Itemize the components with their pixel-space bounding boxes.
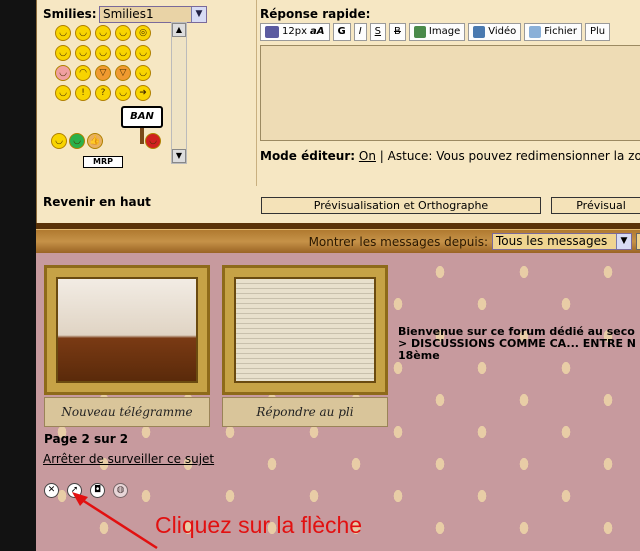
smiley-icon[interactable]: ◡ (51, 133, 67, 149)
thumbs-up-icon[interactable]: 👍 (87, 133, 103, 149)
italic-button[interactable]: I (353, 23, 367, 41)
delete-icon[interactable]: ✕ (44, 483, 59, 498)
smiley-icon[interactable]: ◡ (95, 25, 111, 41)
bold-label: G (337, 26, 346, 37)
welcome-text: Bienvenue sur ce forum dédié au seco > D… (398, 326, 636, 362)
reply-label: Répondre au pli (222, 397, 388, 427)
editor-toolbar: 12px aA G I S B Image Vidéo Fichier Plu (260, 23, 611, 43)
more-button[interactable]: Plu (584, 23, 611, 41)
smiley-icon[interactable]: ▽ (115, 65, 131, 81)
image-button[interactable]: Image (408, 23, 466, 41)
font-size-icon-text: aA (310, 26, 325, 37)
smilies-column: Smilies: Smilies1 ▼ ◡ ◡ ◡ ◡ ◎ ◡ ◡ ◡ ◡ ◡ … (37, 0, 257, 186)
reply-textarea[interactable] (260, 45, 640, 141)
editor-mode-line: Mode éditeur: On | Astuce: Vous pouvez r… (260, 149, 640, 163)
exclamation-icon[interactable]: ! (75, 85, 91, 101)
callout-text: Cliquez sur la flèche (155, 512, 363, 538)
ban-sign-post (140, 128, 144, 144)
file-button[interactable]: Fichier (524, 23, 582, 41)
smiley-icon[interactable]: ◡ (115, 25, 131, 41)
video-button[interactable]: Vidéo (468, 23, 522, 41)
scroll-down-icon[interactable]: ▼ (172, 149, 186, 163)
go-button[interactable] (636, 233, 640, 250)
telegram-paper-image (222, 265, 388, 395)
smilies-select-value: Smilies1 (103, 7, 154, 21)
back-to-top-link[interactable]: Revenir en haut (43, 195, 151, 209)
video-icon (473, 26, 486, 38)
font-size-button[interactable]: 12px aA (260, 23, 330, 41)
image-icon (413, 26, 426, 38)
telegram-paper-icon (234, 277, 376, 383)
smiley-icon[interactable]: ◡ (135, 65, 151, 81)
telegraph-key-image (44, 265, 210, 395)
editor-tip: | Astuce: Vous pouvez redimensionner la … (379, 149, 640, 163)
quick-reply-panel: Smilies: Smilies1 ▼ ◡ ◡ ◡ ◡ ◎ ◡ ◡ ◡ ◡ ◡ … (36, 0, 640, 223)
reply-title: Réponse rapide: (260, 7, 371, 21)
callout-arrow-icon (72, 492, 158, 550)
filter-select[interactable]: Tous les messages ▼ (492, 233, 632, 250)
ban-sign-text: BAN (130, 111, 154, 122)
video-label: Vidéo (488, 26, 517, 37)
smiley-icon[interactable]: ◡ (55, 25, 71, 41)
smiley-icon[interactable]: ◡ (115, 45, 131, 61)
smiley-icon[interactable]: ◡ (55, 65, 71, 81)
arrow-right-icon[interactable]: ➜ (135, 85, 151, 101)
smilies-select[interactable]: Smilies1 ▼ (99, 6, 207, 23)
chevron-down-icon: ▼ (616, 234, 631, 249)
smiley-icon[interactable]: ◡ (75, 25, 91, 41)
mrp-sign-smiley[interactable]: MRP (83, 156, 123, 168)
text-size-icon (265, 26, 279, 38)
forum-page: Smilies: Smilies1 ▼ ◡ ◡ ◡ ◡ ◎ ◡ ◡ ◡ ◡ ◡ … (0, 0, 640, 551)
smiley-icon[interactable]: ◡ (145, 133, 161, 149)
file-icon (529, 26, 542, 38)
smilies-scrollbar[interactable]: ▲ ▼ (171, 22, 187, 164)
filter-select-value: Tous les messages (496, 234, 608, 248)
smiley-icon[interactable]: ◡ (75, 45, 91, 61)
reply-column: Réponse rapide: 12px aA G I S B Image Vi… (258, 0, 640, 186)
smiley-icon[interactable]: ◡ (69, 133, 85, 149)
editor-mode-label: Mode éditeur: (260, 149, 356, 163)
smilies-label: Smilies: (43, 7, 97, 21)
more-label: Plu (589, 26, 606, 37)
reply-button[interactable]: Répondre au pli (222, 265, 388, 427)
strike-button[interactable]: B (389, 23, 406, 41)
preview-button[interactable]: Prévisual (551, 197, 640, 214)
underline-button[interactable]: S (369, 23, 387, 41)
ban-sign-smiley[interactable]: BAN (121, 106, 163, 128)
new-telegram-label: Nouveau télégramme (44, 397, 210, 427)
bold-button[interactable]: G (332, 23, 351, 41)
smiley-icon[interactable]: ◡ (115, 85, 131, 101)
scroll-up-icon[interactable]: ▲ (172, 23, 186, 37)
smiley-icon[interactable]: ◠ (75, 65, 91, 81)
underline-label: S (374, 26, 382, 37)
filter-label: Montrer les messages depuis: (308, 235, 488, 249)
strike-label: B (394, 26, 401, 37)
mrp-sign-text: MRP (93, 157, 113, 166)
smiley-icon[interactable]: ◎ (135, 25, 151, 41)
page-indicator: Page 2 sur 2 (44, 432, 129, 446)
new-telegram-button[interactable]: Nouveau télégramme (44, 265, 210, 427)
chevron-down-icon: ▼ (191, 7, 206, 22)
smiley-icon[interactable]: ▽ (95, 65, 111, 81)
italic-label: I (358, 26, 362, 37)
smiley-icon[interactable]: ◡ (135, 45, 151, 61)
left-black-bar (0, 0, 36, 551)
editor-mode-on-link[interactable]: On (359, 149, 376, 163)
smiley-icon[interactable]: ◡ (55, 45, 71, 61)
preview-spellcheck-button[interactable]: Prévisualisation et Orthographe (261, 197, 541, 214)
smiley-icon[interactable]: ◡ (95, 45, 111, 61)
font-size-value: 12px (282, 26, 307, 37)
smiley-icon[interactable]: ◡ (55, 85, 71, 101)
file-label: Fichier (544, 26, 577, 37)
telegraph-key-icon (56, 277, 198, 383)
image-label: Image (428, 26, 461, 37)
welcome-line3: 18ème (398, 349, 440, 362)
question-icon[interactable]: ? (95, 85, 111, 101)
stop-watching-link[interactable]: Arrêter de surveiller ce sujet (43, 452, 214, 466)
message-filter-bar: Montrer les messages depuis: Tous les me… (36, 229, 640, 253)
